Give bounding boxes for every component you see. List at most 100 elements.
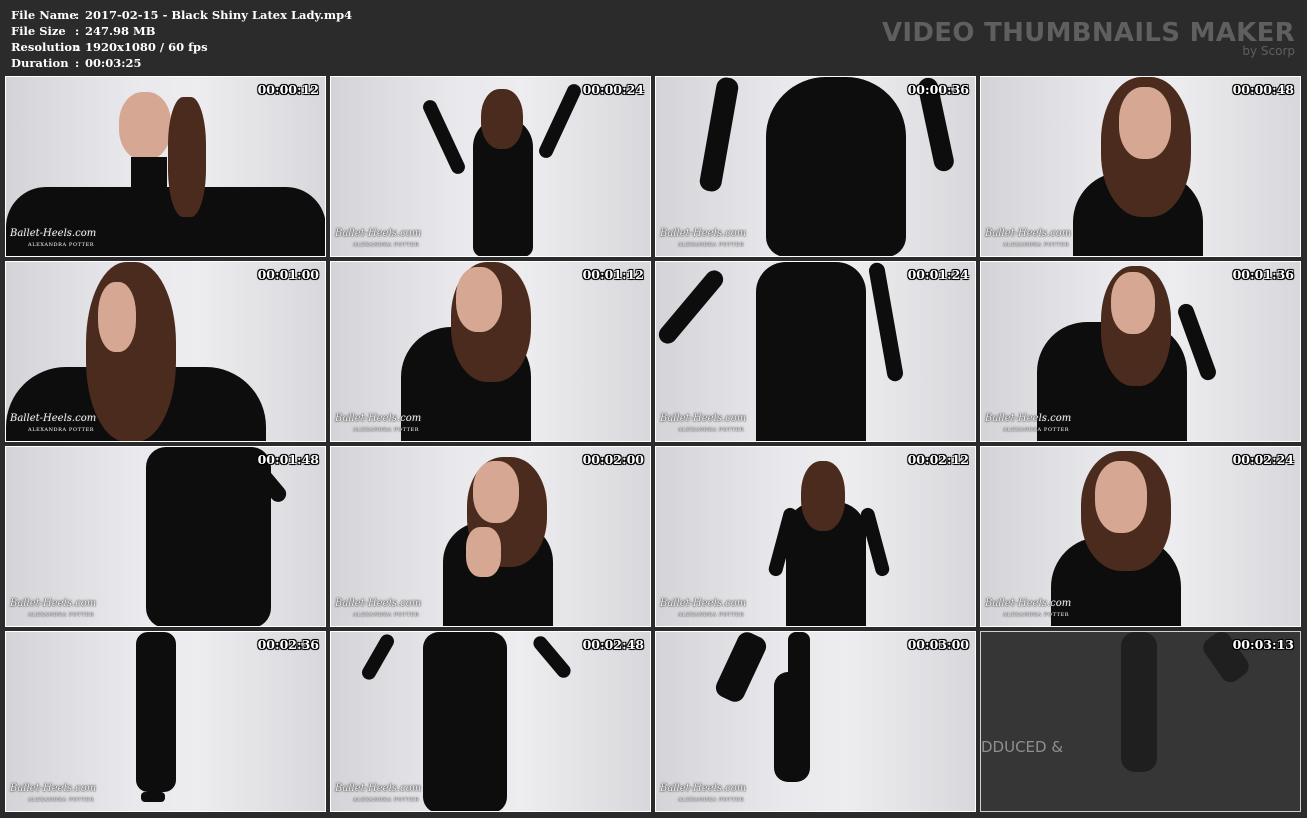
watermark-line2: ALEXANDRA POTTER xyxy=(678,242,745,248)
thumbnail-frame: 00:02:00 Ballet-Heels.com ALEXANDRA POTTER xyxy=(330,446,651,627)
figure-shape xyxy=(473,461,519,523)
thumbnail-timestamp: 00:00:12 xyxy=(257,82,319,97)
resolution-value: 1920x1080 / 60 fps xyxy=(85,40,208,54)
figure-shape xyxy=(1119,87,1171,159)
thumbnail-frame: 00:01:24 Ballet-Heels.com ALEXANDRA POTTER xyxy=(655,261,976,442)
watermark-line2: ALEXANDRA POTTER xyxy=(28,612,95,618)
thumbnail-timestamp: 00:02:12 xyxy=(907,452,969,467)
watermark-line1: Ballet-Heels.com xyxy=(985,228,1072,239)
watermark-logo: Ballet-Heels.com ALEXANDRA POTTER xyxy=(660,784,746,805)
watermark-line2: ALEXANDRA POTTER xyxy=(353,427,420,433)
watermark-line2: ALEXANDRA POTTER xyxy=(678,612,745,618)
thumbnail-timestamp: 00:02:48 xyxy=(582,637,644,652)
watermark-line2: ALEXANDRA POTTER xyxy=(353,797,420,803)
file-name-row: File Name : 2017-02-15 - Black Shiny Lat… xyxy=(11,7,352,23)
figure-shape xyxy=(536,81,584,161)
thumbnail-timestamp: 00:01:12 xyxy=(582,267,644,282)
thumbnail-timestamp: 00:01:48 xyxy=(257,452,319,467)
brand-logo: VIDEO THUMBNAILS MAKER by Scorp xyxy=(882,19,1295,58)
thumbnail-frame: 00:00:12 Ballet-Heels.com ALEXANDRA POTTER xyxy=(5,76,326,257)
figure-shape xyxy=(481,89,523,149)
watermark-logo: Ballet-Heels.com ALEXANDRA POTTER xyxy=(335,229,421,250)
figure-shape xyxy=(1121,632,1157,772)
thumbnail-timestamp: 00:02:00 xyxy=(582,452,644,467)
duration-label: Duration xyxy=(11,56,69,70)
credits-overlay-text: DDUCED & xyxy=(981,738,1064,756)
thumbnail-timestamp: 00:01:00 xyxy=(257,267,319,282)
watermark-line2: ALEXANDRA POTTER xyxy=(28,797,95,803)
thumbnail-frame: 00:02:36 Ballet-Heels.com ALEXANDRA POTTER xyxy=(5,631,326,812)
watermark-line1: Ballet-Heels.com xyxy=(660,598,747,609)
file-size-value: 247.98 MB xyxy=(85,24,156,38)
watermark-line1: Ballet-Heels.com xyxy=(10,413,97,424)
watermark-line1: Ballet-Heels.com xyxy=(335,783,422,794)
figure-shape xyxy=(466,527,501,577)
watermark-logo: Ballet-Heels.com ALEXANDRA POTTER xyxy=(985,229,1071,250)
watermark-logo: Ballet-Heels.com ALEXANDRA POTTER xyxy=(10,599,96,620)
resolution-row: Resolution : 1920x1080 / 60 fps xyxy=(11,39,352,55)
figure-shape xyxy=(712,632,770,706)
figure-shape xyxy=(98,282,136,352)
duration-row: Duration : 00:03:25 xyxy=(11,55,352,71)
thumbnail-timestamp: 00:01:24 xyxy=(907,267,969,282)
watermark-line1: Ballet-Heels.com xyxy=(985,413,1072,424)
figure-shape xyxy=(801,461,845,531)
watermark-line1: Ballet-Heels.com xyxy=(10,783,97,794)
watermark-logo: Ballet-Heels.com ALEXANDRA POTTER xyxy=(10,784,96,805)
thumbnail-timestamp: 00:02:36 xyxy=(257,637,319,652)
figure-shape xyxy=(1111,272,1155,334)
watermark-line2: ALEXANDRA POTTER xyxy=(353,612,420,618)
watermark-line1: Ballet-Heels.com xyxy=(660,783,747,794)
thumbnail-frame: 00:03:00 Ballet-Heels.com ALEXANDRA POTTER xyxy=(655,631,976,812)
watermark-logo: Ballet-Heels.com ALEXANDRA POTTER xyxy=(985,414,1071,435)
figure-shape xyxy=(456,267,502,332)
thumbnail-frame: 00:01:12 Ballet-Heels.com ALEXANDRA POTTER xyxy=(330,261,651,442)
watermark-line2: ALEXANDRA POTTER xyxy=(1003,242,1070,248)
colon: : xyxy=(75,24,80,38)
thumbnail-timestamp: 00:00:24 xyxy=(582,82,644,97)
figure-shape xyxy=(656,266,727,348)
figure-shape xyxy=(766,77,906,256)
watermark-line2: ALEXANDRA POTTER xyxy=(1003,612,1070,618)
brand-title: VIDEO THUMBNAILS MAKER xyxy=(881,18,1295,48)
thumbnail-timestamp: 00:03:13 xyxy=(1232,637,1294,652)
watermark-logo: Ballet-Heels.com ALEXANDRA POTTER xyxy=(335,599,421,620)
watermark-line1: Ballet-Heels.com xyxy=(660,413,747,424)
colon: : xyxy=(75,56,80,70)
watermark-line2: ALEXANDRA POTTER xyxy=(678,797,745,803)
file-name-value: 2017-02-15 - Black Shiny Latex Lady.mp4 xyxy=(85,8,353,22)
thumbnail-frame: 00:02:24 Ballet-Heels.com ALEXANDRA POTTER xyxy=(980,446,1301,627)
watermark-line1: Ballet-Heels.com xyxy=(10,228,97,239)
thumbnail-frame: 00:01:48 Ballet-Heels.com ALEXANDRA POTTER xyxy=(5,446,326,627)
thumbnail-frame: 00:01:36 Ballet-Heels.com ALEXANDRA POTTER xyxy=(980,261,1301,442)
figure-shape xyxy=(1095,461,1147,533)
figure-shape xyxy=(530,633,574,681)
watermark-logo: Ballet-Heels.com ALEXANDRA POTTER xyxy=(335,414,421,435)
figure-shape xyxy=(168,97,206,217)
watermark-line1: Ballet-Heels.com xyxy=(335,228,422,239)
thumbnail-frame: 00:00:24 Ballet-Heels.com ALEXANDRA POTTER xyxy=(330,76,651,257)
figure-shape xyxy=(141,792,165,802)
figure-shape xyxy=(119,92,171,160)
watermark-logo: Ballet-Heels.com ALEXANDRA POTTER xyxy=(660,599,746,620)
watermark-line2: ALEXANDRA POTTER xyxy=(678,427,745,433)
thumbnail-frame: 00:02:48 Ballet-Heels.com ALEXANDRA POTTER xyxy=(330,631,651,812)
watermark-line2: ALEXANDRA POTTER xyxy=(1003,427,1070,433)
watermark-line1: Ballet-Heels.com xyxy=(985,598,1072,609)
file-size-label: File Size xyxy=(11,24,66,38)
thumbnail-timestamp: 00:00:48 xyxy=(1232,82,1294,97)
figure-shape xyxy=(131,157,167,197)
figure-shape xyxy=(359,632,397,683)
thumbnail-timestamp: 00:03:00 xyxy=(907,637,969,652)
thumbnail-frame: 00:01:00 Ballet-Heels.com ALEXANDRA POTTER xyxy=(5,261,326,442)
resolution-label: Resolution xyxy=(11,40,81,54)
watermark-line1: Ballet-Heels.com xyxy=(335,413,422,424)
figure-shape xyxy=(136,632,176,792)
thumbnail-grid: 00:00:12 Ballet-Heels.com ALEXANDRA POTTER… xyxy=(5,76,1301,812)
figure-shape xyxy=(420,97,468,177)
watermark-line2: ALEXANDRA POTTER xyxy=(28,427,95,433)
watermark-logo: Ballet-Heels.com ALEXANDRA POTTER xyxy=(10,229,96,250)
file-name-label: File Name xyxy=(11,8,77,22)
colon: : xyxy=(75,8,80,22)
watermark-line1: Ballet-Heels.com xyxy=(10,598,97,609)
